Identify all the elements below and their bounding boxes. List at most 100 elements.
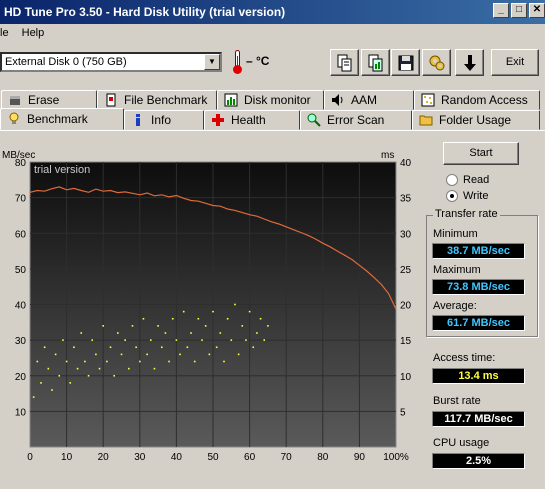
y-tick-label: 60 (15, 229, 27, 240)
access-time-point (69, 382, 72, 384)
access-time-point (128, 367, 130, 370)
access-time-point (171, 317, 174, 320)
access-time-point (263, 339, 266, 341)
access-time-value: 13.4 ms (432, 368, 525, 384)
write-radio-circle[interactable] (446, 190, 458, 202)
temperature-readout: – °C (246, 54, 270, 68)
copy-info-button[interactable] (330, 49, 359, 76)
watermark-text: trial version (34, 164, 90, 176)
tab-random-access[interactable]: Random Access (414, 90, 540, 110)
access-time-point (149, 339, 152, 341)
y2-tick-label: 30 (400, 229, 412, 240)
access-time-point (153, 367, 156, 370)
access-time-point (109, 346, 112, 349)
access-time-point (51, 389, 53, 391)
tab-aam[interactable]: AAM (324, 90, 414, 110)
x-tick-label: 80 (317, 452, 329, 463)
access-time-point (175, 339, 178, 341)
access-time-point (146, 353, 148, 356)
tab-info[interactable]: Info (124, 110, 204, 130)
tab-file-benchmark[interactable]: File Benchmark (97, 90, 217, 110)
access-time-point (84, 360, 86, 363)
write-radio-label: Write (463, 190, 489, 202)
close-button[interactable]: ✕ (529, 3, 545, 18)
access-time-point (113, 374, 115, 377)
copy-screenshot-button[interactable] (361, 49, 390, 76)
access-time-point (142, 317, 145, 320)
access-time-point (197, 317, 200, 320)
tab-row-top: Erase File Benchmark Disk monitor AAM Ra… (0, 90, 545, 110)
access-time-point (234, 303, 236, 306)
access-time-point (91, 339, 94, 341)
copy-chart-icon (368, 54, 382, 71)
access-time-point (219, 332, 222, 334)
x-tick-label: 90 (354, 452, 366, 463)
access-time-point (160, 346, 163, 349)
maximum-value: 73.8 MB/sec (432, 279, 525, 295)
x-tick-label: 0 (27, 452, 33, 463)
tab-folder-usage-label: Folder Usage (439, 113, 512, 127)
y2-tick-label: 20 (400, 301, 412, 312)
access-time-point (95, 353, 97, 356)
start-button[interactable]: Start (443, 142, 519, 165)
access-time-point (135, 346, 137, 349)
disk-select[interactable]: External Disk 0 (750 GB) ▼ (0, 52, 222, 72)
exit-button[interactable]: Exit (491, 49, 539, 76)
floppy-disk-icon (398, 55, 413, 70)
save-button[interactable] (391, 49, 420, 76)
tab-error-scan-label: Error Scan (327, 113, 385, 127)
access-time-point (267, 325, 269, 327)
read-radio-circle[interactable] (446, 174, 458, 186)
access-time-point (259, 317, 262, 320)
benchmark-chart: MB/sec ms trial version 1020304050607080… (2, 150, 412, 463)
x-tick-label: 60 (244, 452, 256, 463)
minimum-label: Minimum (433, 228, 478, 240)
access-time-point (139, 360, 141, 363)
gears-icon (429, 55, 444, 70)
tab-file-benchmark-label: File Benchmark (124, 93, 208, 107)
access-time-point (208, 353, 211, 356)
y-tick-label: 30 (15, 336, 27, 347)
bar-chart-icon (224, 93, 238, 107)
minimize-button[interactable]: _ (493, 3, 509, 18)
tab-random-access-label: Random Access (441, 93, 528, 107)
tab-health-label: Health (231, 113, 266, 127)
access-time-point (102, 325, 104, 327)
read-radio[interactable]: Read (446, 173, 489, 187)
tab-folder-usage[interactable]: Folder Usage (412, 110, 540, 130)
y-tick-label: 70 (15, 194, 27, 205)
y-tick-label: 50 (15, 265, 27, 276)
write-radio[interactable]: Write (446, 189, 488, 203)
access-time-point (73, 346, 75, 349)
maximize-button[interactable]: □ (511, 3, 527, 18)
burst-rate-label: Burst rate (433, 395, 481, 407)
thermometer-icon (232, 50, 242, 74)
tab-health[interactable]: Health (204, 110, 300, 130)
chevron-down-icon[interactable]: ▼ (204, 54, 220, 70)
lightbulb-icon (9, 112, 19, 124)
access-time-point (212, 310, 214, 313)
tab-benchmark[interactable]: Benchmark (0, 108, 124, 130)
tab-error-scan[interactable]: Error Scan (300, 110, 412, 130)
access-time-point (62, 339, 64, 341)
options-button[interactable] (422, 49, 451, 76)
access-time-point (190, 332, 192, 334)
tab-erase[interactable]: Erase (1, 90, 97, 110)
cpu-usage-value: 2.5% (432, 453, 525, 469)
download-button[interactable] (455, 49, 484, 76)
access-time-point (226, 317, 229, 320)
access-time-point (98, 367, 101, 370)
access-time-point (215, 346, 218, 349)
menu-help[interactable]: Help (22, 27, 45, 39)
tab-disk-monitor-label: Disk monitor (244, 93, 311, 107)
tab-disk-monitor[interactable]: Disk monitor (217, 90, 324, 110)
menu-file[interactable]: le (0, 27, 9, 39)
x-tick-label: 10 (61, 452, 73, 463)
minimum-value: 38.7 MB/sec (432, 243, 525, 259)
read-radio-label: Read (463, 174, 490, 186)
y2-tick-label: 35 (400, 194, 412, 205)
tab-benchmark-label: Benchmark (27, 112, 88, 126)
x-tick-label: 50 (207, 452, 219, 463)
access-time-point (193, 360, 196, 363)
x-tick-label: 30 (134, 452, 146, 463)
